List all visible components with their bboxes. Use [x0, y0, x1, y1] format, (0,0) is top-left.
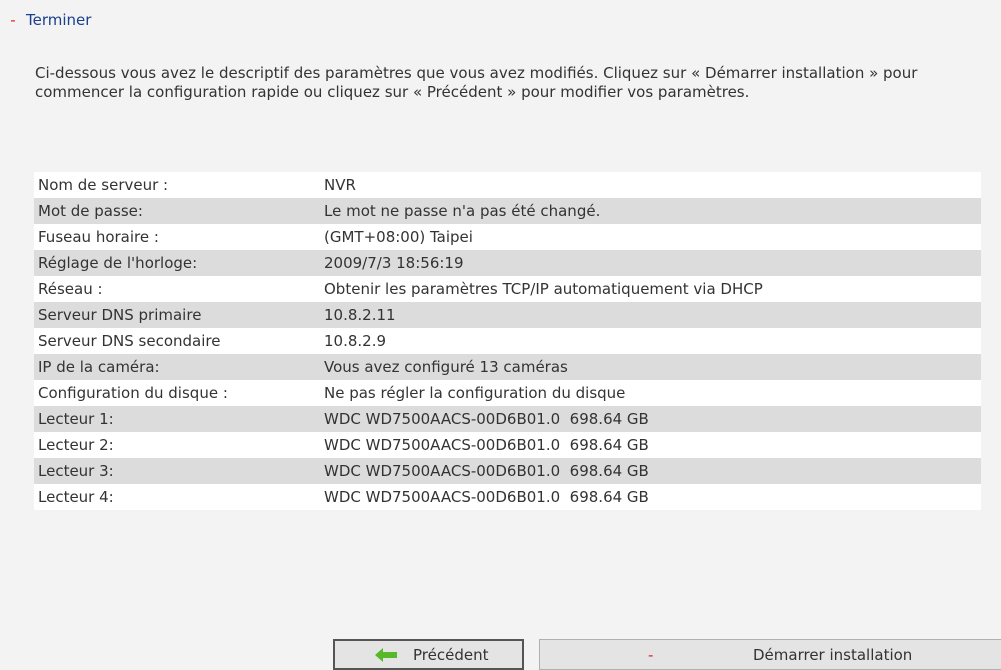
row-value: 10.8.2.11	[324, 302, 981, 328]
table-row: IP de la caméra: Vous avez configuré 13 …	[34, 354, 981, 380]
section-title: Terminer	[26, 11, 92, 29]
table-row: Lecteur 1: WDC WD7500AACS-00D6B01.0 698.…	[34, 406, 981, 432]
table-row: Fuseau horaire : (GMT+08:00) Taipei	[34, 224, 981, 250]
row-label: Serveur DNS secondaire	[34, 328, 324, 354]
table-row: Lecteur 2: WDC WD7500AACS-00D6B01.0 698.…	[34, 432, 981, 458]
row-label: Lecteur 2:	[34, 432, 324, 458]
table-row: Nom de serveur : NVR	[34, 172, 981, 198]
row-label: Réglage de l'horloge:	[34, 250, 324, 276]
row-value: (GMT+08:00) Taipei	[324, 224, 981, 250]
table-row: Serveur DNS secondaire 10.8.2.9	[34, 328, 981, 354]
row-value: 10.8.2.9	[324, 328, 981, 354]
row-label: Nom de serveur :	[34, 172, 324, 198]
section-header: - Terminer	[0, 9, 91, 31]
row-label: IP de la caméra:	[34, 354, 324, 380]
row-value: Le mot ne passe n'a pas été changé.	[324, 198, 981, 224]
row-value: WDC WD7500AACS-00D6B01.0 698.64 GB	[324, 458, 981, 484]
row-value: Obtenir les paramètres TCP/IP automatiqu…	[324, 276, 981, 302]
row-label: Lecteur 3:	[34, 458, 324, 484]
row-value: WDC WD7500AACS-00D6B01.0 698.64 GB	[324, 432, 981, 458]
table-row: Réseau : Obtenir les paramètres TCP/IP a…	[34, 276, 981, 302]
previous-button-label: Précédent	[413, 645, 489, 664]
table-row: Configuration du disque : Ne pas régler …	[34, 380, 981, 406]
row-value: 2009/7/3 18:56:19	[324, 250, 981, 276]
table-row: Serveur DNS primaire 10.8.2.11	[34, 302, 981, 328]
row-value: WDC WD7500AACS-00D6B01.0 698.64 GB	[324, 484, 981, 510]
table-row: Lecteur 3: WDC WD7500AACS-00D6B01.0 698.…	[34, 458, 981, 484]
summary-description: Ci-dessous vous avez le descriptif des p…	[35, 64, 918, 101]
row-label: Configuration du disque :	[34, 380, 324, 406]
table-row: Mot de passe: Le mot ne passe n'a pas ét…	[34, 198, 981, 224]
start-installation-button[interactable]: - Démarrer installation	[539, 639, 1001, 670]
row-value: NVR	[324, 172, 981, 198]
row-label: Réseau :	[34, 276, 324, 302]
previous-button[interactable]: Précédent	[333, 639, 524, 670]
table-row: Réglage de l'horloge: 2009/7/3 18:56:19	[34, 250, 981, 276]
row-value: Vous avez configuré 13 caméras	[324, 354, 981, 380]
green-left-arrow-icon	[375, 647, 397, 662]
row-label: Mot de passe:	[34, 198, 324, 224]
row-label: Fuseau horaire :	[34, 224, 324, 250]
row-label: Lecteur 4:	[34, 484, 324, 510]
row-label: Lecteur 1:	[34, 406, 324, 432]
row-label: Serveur DNS primaire	[34, 302, 324, 328]
start-marker-icon: -	[648, 645, 654, 664]
row-value: WDC WD7500AACS-00D6B01.0 698.64 GB	[324, 406, 981, 432]
start-installation-label: Démarrer installation	[753, 645, 913, 664]
row-value: Ne pas régler la configuration du disque	[324, 380, 981, 406]
table-row: Lecteur 4: WDC WD7500AACS-00D6B01.0 698.…	[34, 484, 981, 510]
collapse-dash-icon[interactable]: -	[0, 11, 26, 29]
settings-summary-table: Nom de serveur : NVR Mot de passe: Le mo…	[34, 172, 981, 510]
